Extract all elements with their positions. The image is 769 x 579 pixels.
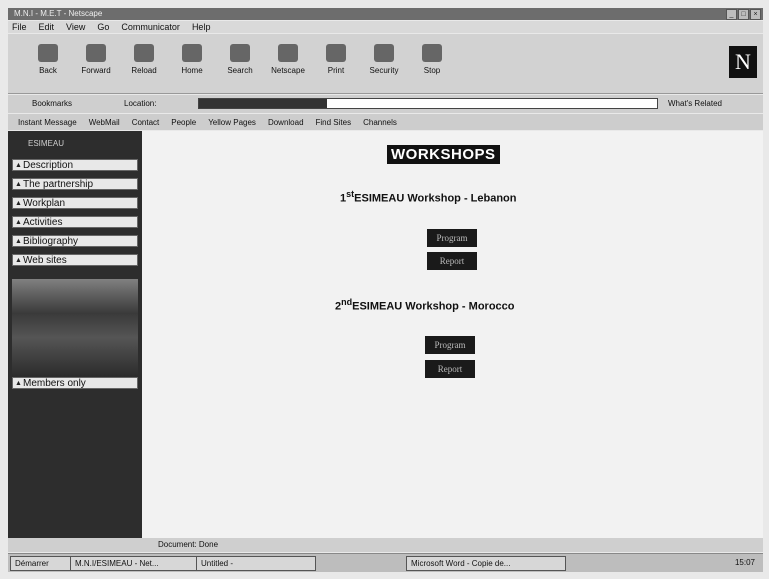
minimize-button[interactable]: _ [726,9,737,20]
menu-file[interactable]: File [12,21,27,33]
window-titlebar: M.N.I - M.E.T - Netscape _ □ × [8,8,763,20]
link-instant-message[interactable]: Instant Message [18,118,77,127]
page-title: WORKSHOPS [387,145,500,164]
bookmarks-button[interactable]: Bookmarks [32,99,72,108]
location-bar: Bookmarks Location: What's Related [8,95,763,113]
workshop-2-title: 2ndESIMEAU Workshop - Morocco [335,297,515,313]
netscape-icon [278,44,298,62]
workshop-2-report-button[interactable]: Report [425,360,475,378]
menu-go[interactable]: Go [97,21,109,33]
menu-help[interactable]: Help [192,21,211,33]
start-button[interactable]: Démarrer [10,556,76,571]
security-button[interactable]: Security [362,44,406,75]
menu-edit[interactable]: Edit [39,21,55,33]
search-button[interactable]: Search [218,44,262,75]
sidebar-item-web-sites[interactable]: Web sites [12,254,138,267]
workshop-1-program-button[interactable]: Program [427,229,477,247]
sidebar-item-partnership[interactable]: The partnership [12,178,138,191]
stop-button[interactable]: Stop [410,44,454,75]
maximize-button[interactable]: □ [738,9,749,20]
members-only-link[interactable]: Members only [12,377,138,390]
close-button[interactable]: × [750,9,761,20]
link-webmail[interactable]: WebMail [89,118,120,127]
link-download[interactable]: Download [268,118,304,127]
link-channels[interactable]: Channels [363,118,397,127]
url-input[interactable] [198,98,658,109]
main-content: WORKSHOPS 1stESIMEAU Workshop - Lebanon … [142,131,763,538]
task-word[interactable]: Microsoft Word - Copie de... [406,556,566,571]
personal-toolbar: Instant Message WebMail Contact People Y… [8,114,763,130]
menu-bar: File Edit View Go Communicator Help [8,21,763,33]
home-button[interactable]: Home [170,44,214,75]
sidebar-header: ESIMEAU [28,139,65,148]
location-label: Location: [124,99,157,108]
workshop-1-report-button[interactable]: Report [427,252,477,270]
link-find-sites[interactable]: Find Sites [316,118,352,127]
print-icon [326,44,346,62]
whats-related-button[interactable]: What's Related [668,99,722,108]
sidebar-item-description[interactable]: Description [12,159,138,172]
menu-view[interactable]: View [66,21,85,33]
workshop-1-title: 1stESIMEAU Workshop - Lebanon [340,189,517,205]
back-icon [38,44,58,62]
sidebar-item-workplan[interactable]: Workplan [12,197,138,210]
reload-button[interactable]: Reload [122,44,166,75]
link-people[interactable]: People [171,118,196,127]
forward-button[interactable]: Forward [74,44,118,75]
windows-taskbar: Démarrer M.N.I/ESIMEAU - Net... Untitled… [8,553,763,572]
status-bar: Document: Done [8,538,763,552]
stop-icon [422,44,442,62]
window-title: M.N.I - M.E.T - Netscape [14,9,103,18]
lock-icon [374,44,394,62]
navigation-toolbar: Back Forward Reload Home Search Netscape… [8,34,763,94]
window-controls: _ □ × [726,9,761,20]
search-icon [230,44,250,62]
task-untitled[interactable]: Untitled - [196,556,316,571]
url-selection [199,99,327,108]
forward-icon [86,44,106,62]
site-sidebar: ESIMEAU Description The partnership Work… [8,131,142,538]
link-yellow-pages[interactable]: Yellow Pages [208,118,256,127]
sidebar-item-activities[interactable]: Activities [12,216,138,229]
home-icon [182,44,202,62]
sidebar-landscape-image [12,279,138,377]
workshop-2-program-button[interactable]: Program [425,336,475,354]
menu-communicator[interactable]: Communicator [121,21,180,33]
sidebar-item-bibliography[interactable]: Bibliography [12,235,138,248]
task-netscape[interactable]: M.N.I/ESIMEAU - Net... [70,556,200,571]
netscape-button[interactable]: Netscape [266,44,310,75]
system-clock: 15:07 [734,558,755,567]
print-button[interactable]: Print [314,44,358,75]
back-button[interactable]: Back [26,44,70,75]
link-contact[interactable]: Contact [132,118,160,127]
netscape-logo: N [729,46,757,78]
status-text: Document: Done [158,540,219,549]
reload-icon [134,44,154,62]
